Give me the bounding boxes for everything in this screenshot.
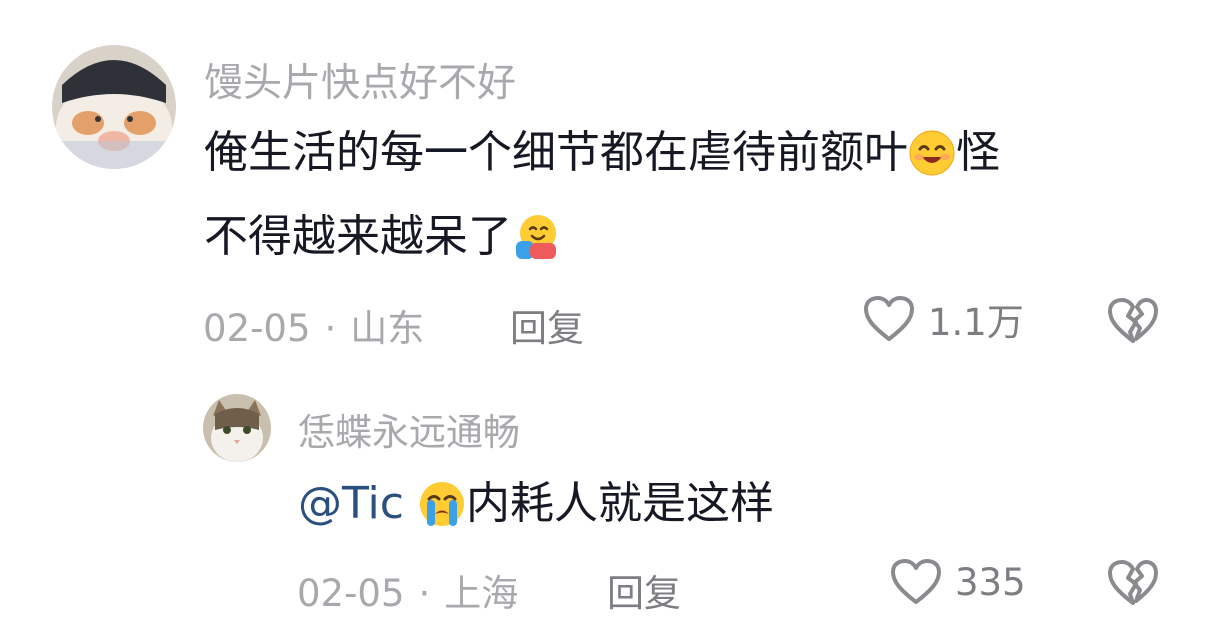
comment-text-part: 俺生活的每一个细节都在虐待前额叶	[204, 127, 908, 178]
comment-location: 山东	[350, 307, 425, 350]
comment-meta: 02-05 · 上海	[297, 563, 518, 617]
reply-button[interactable]: 回复	[607, 563, 681, 617]
mention-link[interactable]: @Tic	[298, 478, 404, 529]
broken-heart-icon[interactable]	[1106, 558, 1160, 608]
comment-text-part: 内耗人就是这样	[465, 478, 774, 529]
reply-button[interactable]: 回复	[510, 298, 584, 352]
broken-heart-icon[interactable]	[1106, 296, 1160, 346]
like-button[interactable]: 335	[889, 557, 1026, 607]
comment-meta: 02-05 · 山东	[203, 298, 424, 352]
like-count: 1.1万	[928, 301, 1024, 344]
like-button[interactable]: 1.1万	[862, 292, 1024, 346]
crying-face-icon	[418, 480, 466, 528]
comment-text-part: 不得越来越呆了	[204, 211, 512, 262]
username[interactable]: 恁蝶永远通畅	[298, 402, 520, 456]
hugging-face-icon	[512, 213, 560, 261]
smiling-face-icon	[908, 129, 956, 177]
comment-date: 02-05	[203, 307, 311, 350]
comment-item: 馒头片快点好不好 俺生活的每一个细节都在虐待前额叶怪不得越来越呆了 02-05 ·…	[0, 0, 1224, 370]
comment-text: @Tic 内耗人就是这样	[298, 462, 774, 546]
comment-date: 02-05	[297, 572, 405, 615]
comment-text: 俺生活的每一个细节都在虐待前额叶怪不得越来越呆了	[204, 111, 1194, 279]
avatar[interactable]	[52, 45, 176, 169]
like-count: 335	[955, 560, 1026, 604]
avatar[interactable]	[203, 394, 271, 462]
separator: ·	[418, 572, 431, 615]
comment-location: 上海	[444, 572, 519, 615]
comment-text-part: 怪	[956, 127, 1000, 178]
separator: ·	[324, 307, 337, 350]
heart-icon	[864, 296, 914, 341]
username[interactable]: 馒头片快点好不好	[204, 52, 516, 108]
heart-icon	[891, 559, 941, 604]
reply-item: 恁蝶永远通畅 @Tic 内耗人就是这样 02-05 · 上海 回复 335	[0, 370, 1224, 634]
